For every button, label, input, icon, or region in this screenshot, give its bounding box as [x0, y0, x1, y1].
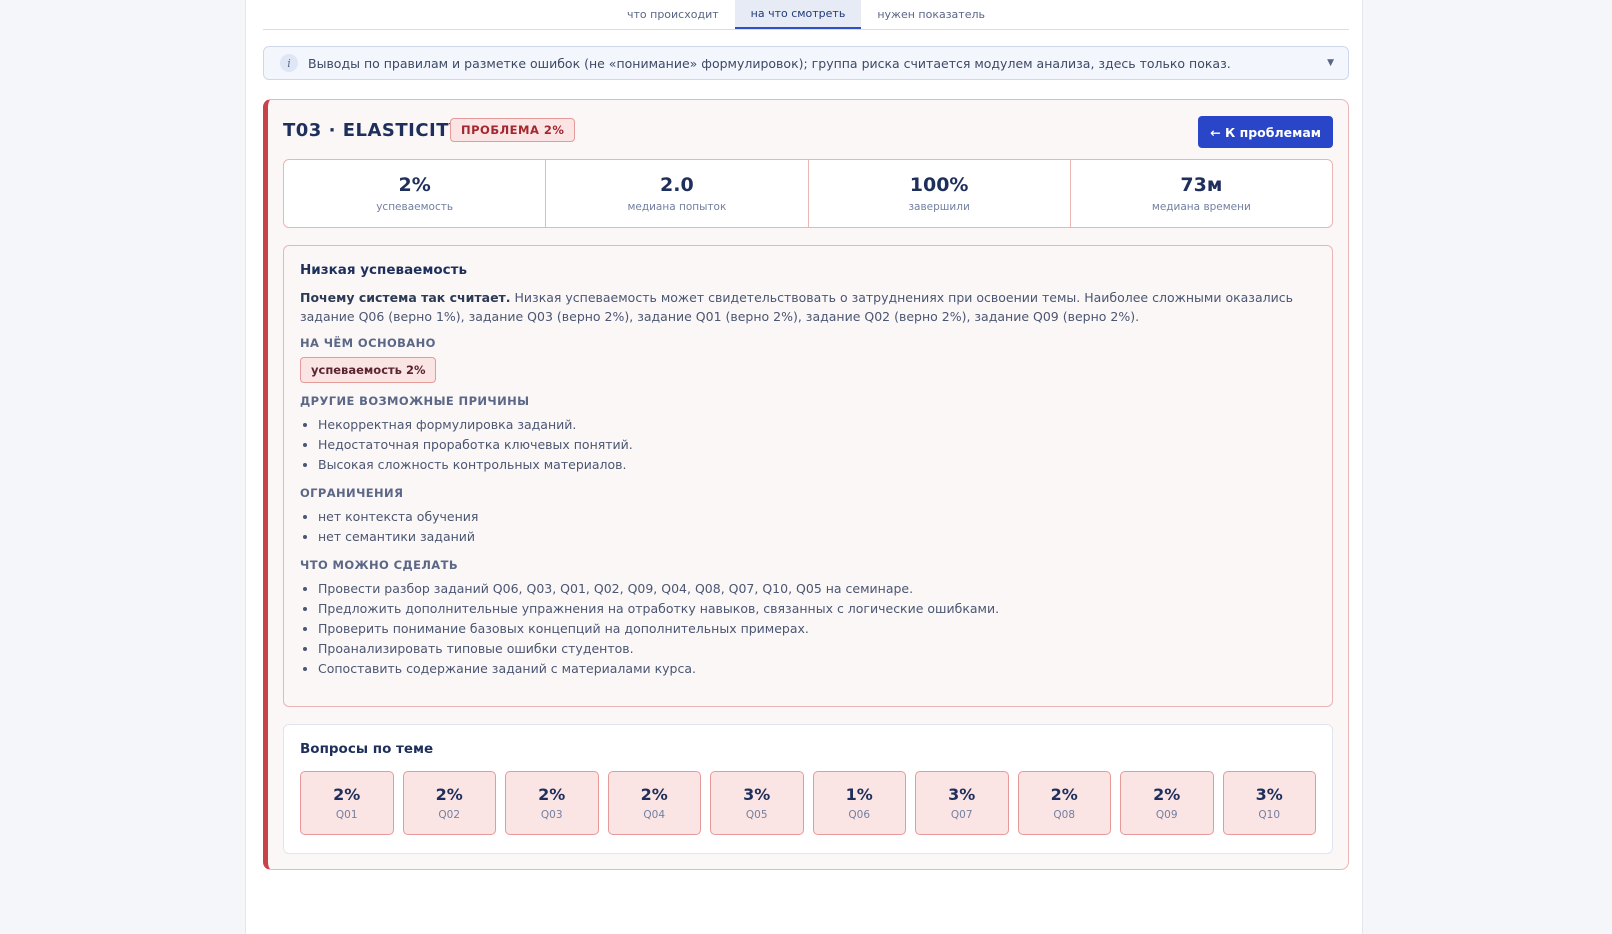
stat-value: 100%: [909, 174, 969, 196]
back-to-problems-button[interactable]: ← К проблемам: [1198, 116, 1333, 148]
topic-questions-panel: Вопросы по теме 2% Q01 2% Q02 2% Q03 2% Q04 …: [283, 724, 1333, 854]
question-id: Q06: [848, 809, 871, 821]
stat-median-attempts: 2.0 медиана попыток: [546, 160, 809, 227]
card-header: T03 · ELASTICITY ПРОБЛЕМА 2% ← К проблем…: [283, 116, 1333, 148]
question-rate: 2%: [1050, 785, 1078, 804]
question-rate: 2%: [435, 785, 463, 804]
list-item: Проверить понимание базовых концепций на…: [318, 619, 1316, 639]
reason-title: Низкая успеваемость: [300, 262, 468, 278]
stat-value: 2%: [398, 174, 431, 196]
other-causes-list: Некорректная формулировка заданий. Недос…: [300, 415, 1316, 475]
list-item: Высокая сложность контрольных материалов…: [318, 455, 1316, 475]
list-item: Недостаточная проработка ключевых поняти…: [318, 435, 1316, 455]
question-id: Q02: [438, 809, 461, 821]
list-item: нет контекста обучения: [318, 507, 1316, 527]
question-tile-q05[interactable]: 3% Q05: [710, 771, 804, 835]
actions-list: Провести разбор заданий Q06, Q03, Q01, Q…: [300, 579, 1316, 679]
question-rate: 3%: [1255, 785, 1283, 804]
stat-label: медиана времени: [1151, 201, 1251, 213]
question-rate: 3%: [948, 785, 976, 804]
list-item: Некорректная формулировка заданий.: [318, 415, 1316, 435]
question-tile-q10[interactable]: 3% Q10: [1222, 771, 1316, 835]
question-tile-q08[interactable]: 2% Q08: [1017, 771, 1111, 835]
other-causes-heading: ДРУГИЕ ВОЗМОЖНЫЕ ПРИЧИНЫ: [300, 394, 530, 408]
view-tabs: что происходит на что смотреть нужен пок…: [263, 0, 1349, 30]
list-item: нет семантики заданий: [318, 527, 1316, 547]
topic-problem-card: T03 · ELASTICITY ПРОБЛЕМА 2% ← К проблем…: [263, 99, 1349, 870]
stat-median-time: 73м медиана времени: [1071, 160, 1332, 227]
stat-label: успеваемость: [376, 201, 454, 213]
question-rate: 2%: [1153, 785, 1181, 804]
stat-label: завершили: [908, 201, 970, 213]
question-tile-q04[interactable]: 2% Q04: [607, 771, 701, 835]
question-rate: 1%: [845, 785, 873, 804]
info-icon: i: [280, 54, 298, 72]
stat-success-rate: 2% успеваемость: [284, 160, 547, 227]
list-item: Проанализировать типовые ошибки студенто…: [318, 639, 1316, 659]
question-tile-q06[interactable]: 1% Q06: [812, 771, 906, 835]
question-tile-q03[interactable]: 2% Q03: [505, 771, 599, 835]
why-label: Почему система так считает.: [300, 290, 511, 305]
reason-panel: Низкая успеваемость Почему система так с…: [283, 245, 1333, 707]
info-text: Выводы по правилам и разметке ошибок (не…: [308, 55, 1231, 71]
tab-need-metric[interactable]: нужен показатель: [861, 0, 1001, 28]
limitations-list: нет контекста обучения нет семантики зад…: [300, 507, 1316, 547]
stat-value: 73м: [1180, 174, 1223, 196]
question-id: Q01: [335, 809, 358, 821]
question-tile-q01[interactable]: 2% Q01: [300, 771, 394, 835]
list-item: Сопоставить содержание заданий с материа…: [318, 659, 1316, 679]
actions-heading: ЧТО МОЖНО СДЕЛАТЬ: [300, 558, 459, 572]
chevron-down-icon[interactable]: ▼: [1327, 58, 1334, 68]
question-id: Q05: [745, 809, 768, 821]
limitations-heading: ОГРАНИЧЕНИЯ: [300, 486, 404, 500]
stats-row: 2% успеваемость 2.0 медиана попыток 100%…: [283, 159, 1333, 228]
question-id: Q04: [643, 809, 666, 821]
stat-label: медиана попыток: [627, 201, 727, 213]
question-tile-q09[interactable]: 2% Q09: [1120, 771, 1214, 835]
tab-what-to-look-at[interactable]: на что смотреть: [734, 0, 862, 29]
question-rate: 2%: [538, 785, 566, 804]
questions-title: Вопросы по теме: [300, 741, 434, 757]
reason-explanation: Почему система так считает. Низкая успев…: [300, 288, 1316, 326]
page: что происходит на что смотреть нужен пок…: [245, 0, 1363, 934]
question-id: Q03: [540, 809, 563, 821]
question-rate: 3%: [743, 785, 771, 804]
list-item: Предложить дополнительные упражнения на …: [318, 599, 1316, 619]
question-rate: 2%: [333, 785, 361, 804]
tab-what-happens[interactable]: что происходит: [611, 0, 735, 28]
evidence-chip: успеваемость 2%: [300, 357, 437, 383]
question-tile-q02[interactable]: 2% Q02: [402, 771, 496, 835]
question-rate: 2%: [640, 785, 668, 804]
topic-title: T03 · ELASTICITY: [283, 120, 463, 141]
stat-completed: 100% завершили: [809, 160, 1071, 227]
question-id: Q10: [1258, 809, 1281, 821]
questions-grid: 2% Q01 2% Q02 2% Q03 2% Q04 3% Q05 1% Q06 3% Q0…: [300, 771, 1316, 835]
question-id: Q09: [1155, 809, 1178, 821]
list-item: Провести разбор заданий Q06, Q03, Q01, Q…: [318, 579, 1316, 599]
problem-badge: ПРОБЛЕМА 2%: [450, 118, 576, 142]
info-disclosure[interactable]: i Выводы по правилам и разметке ошибок (…: [263, 46, 1349, 80]
stat-value: 2.0: [660, 174, 694, 196]
question-id: Q07: [950, 809, 973, 821]
question-tile-q07[interactable]: 3% Q07: [915, 771, 1009, 835]
question-id: Q08: [1053, 809, 1076, 821]
based-on-heading: НА ЧЁМ ОСНОВАНО: [300, 336, 436, 350]
